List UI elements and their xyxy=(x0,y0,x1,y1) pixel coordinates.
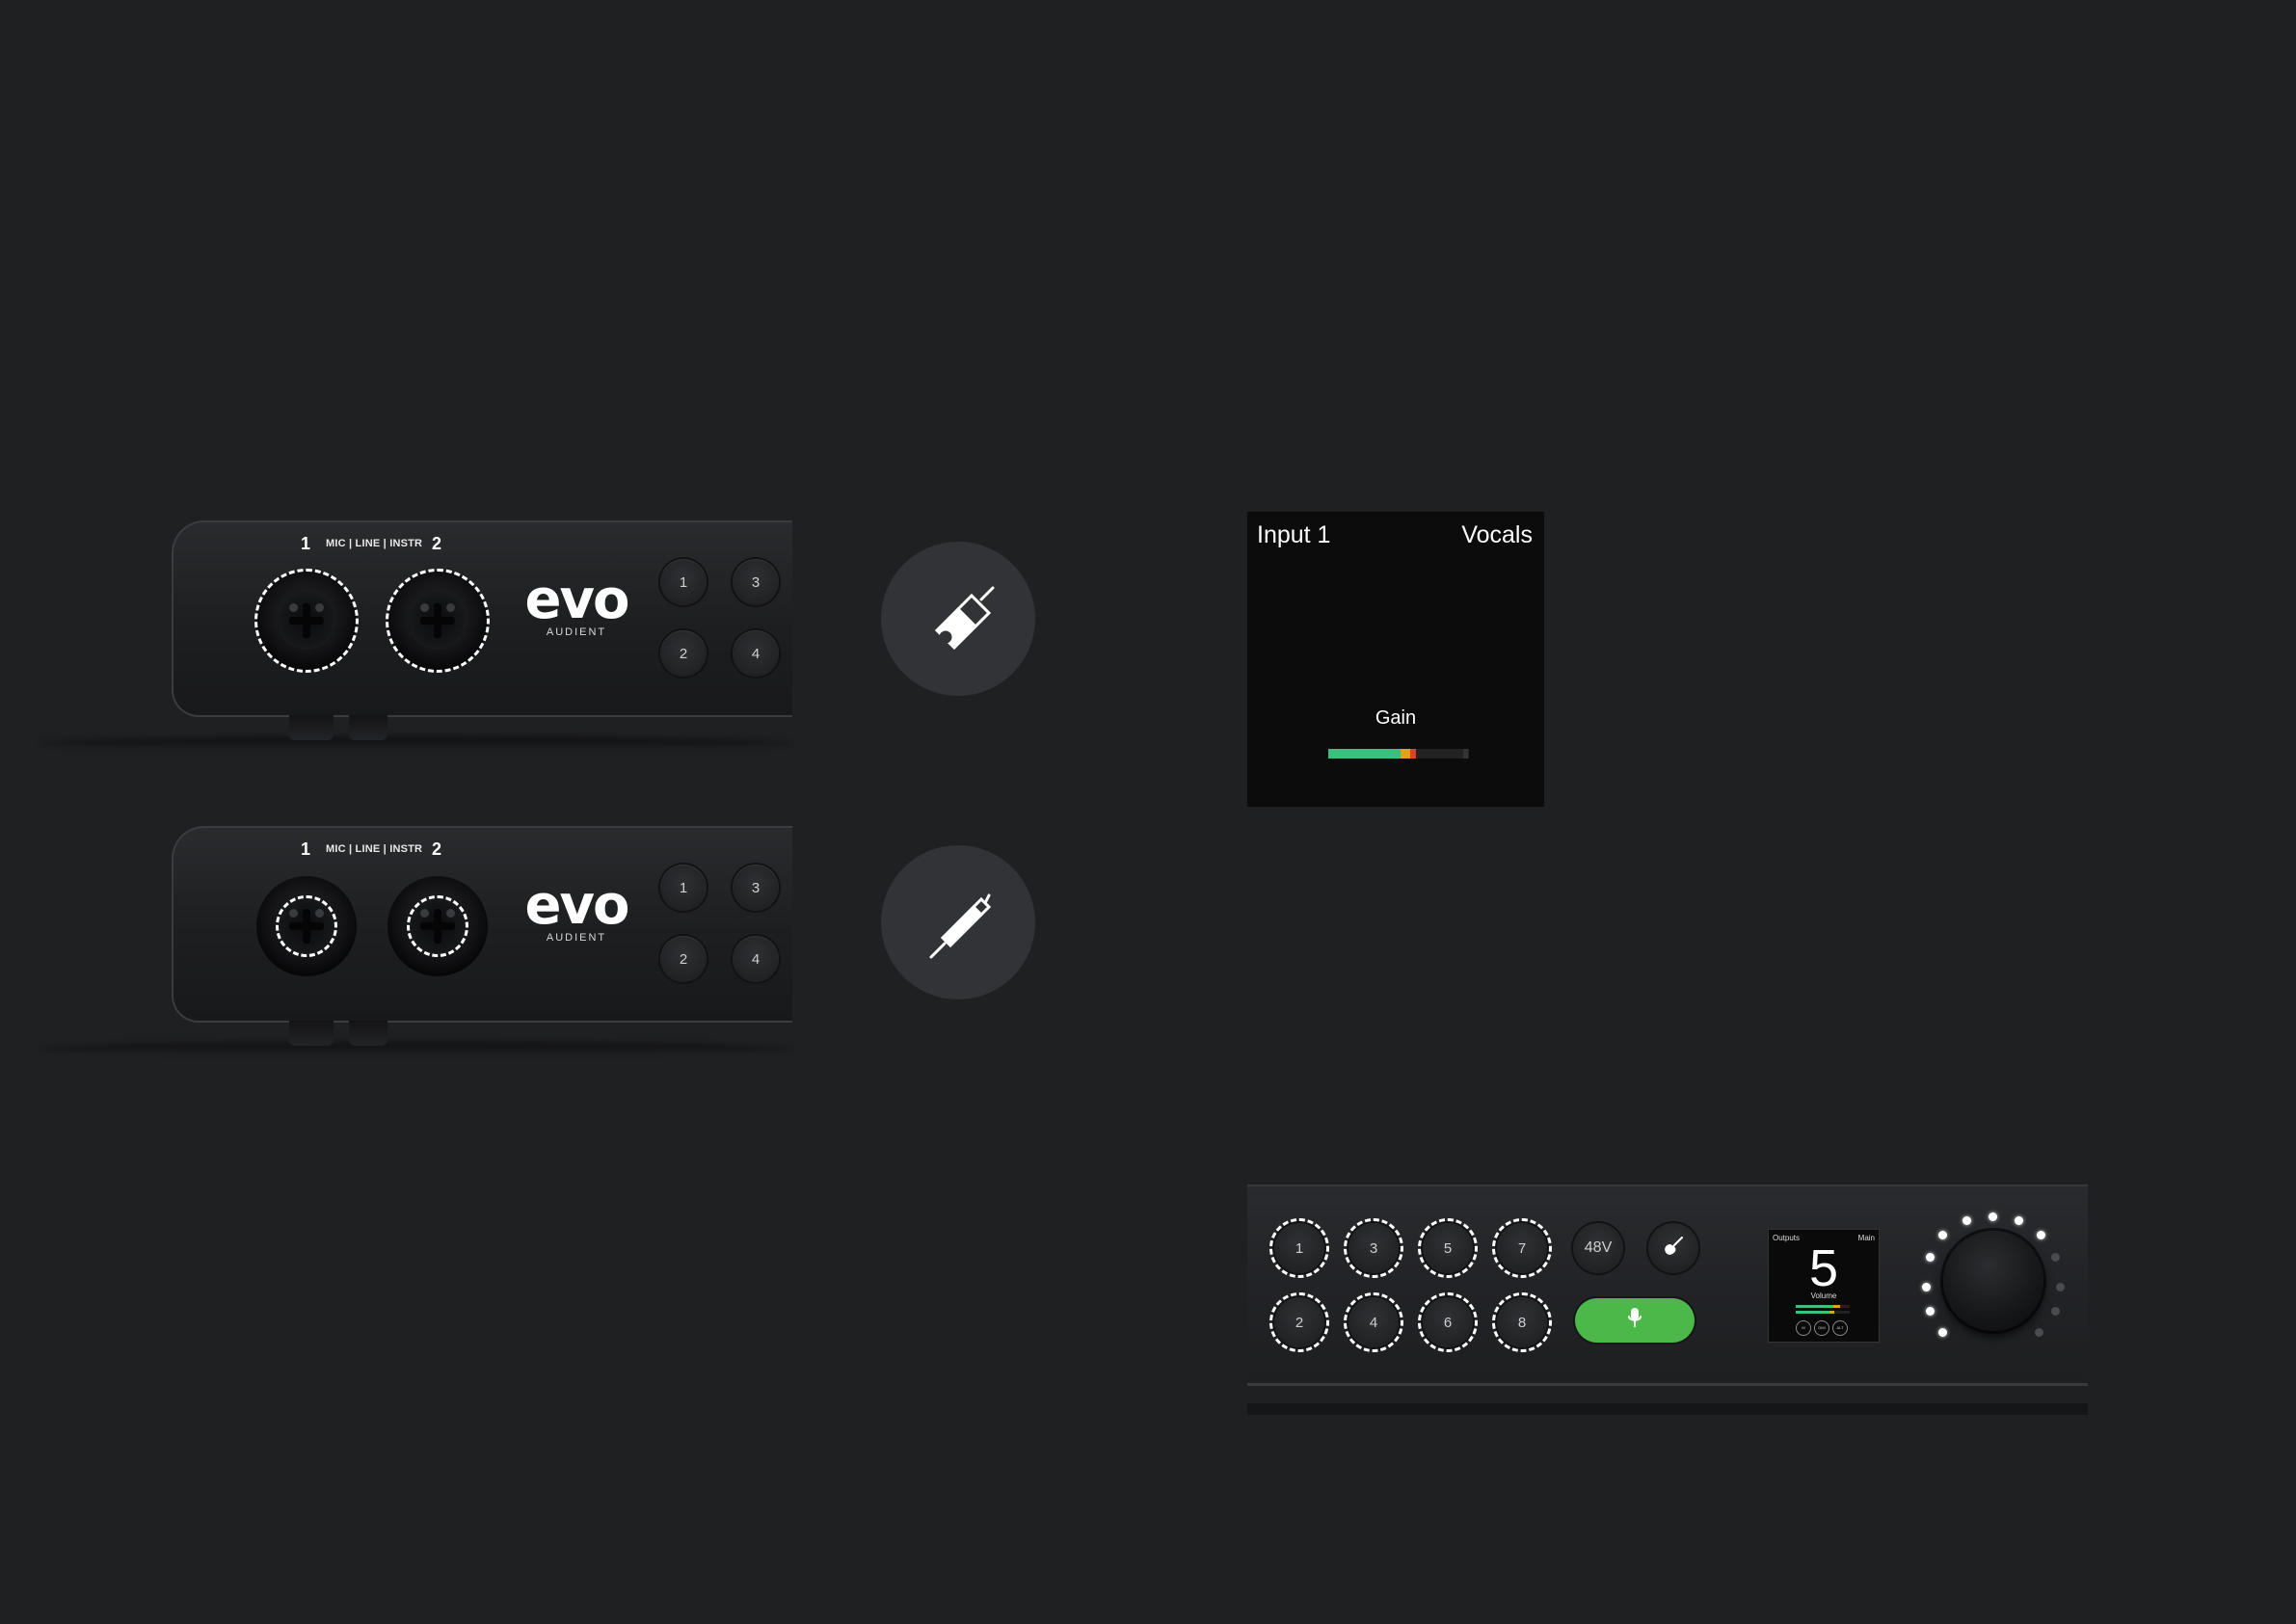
meter-peak-marker xyxy=(1463,749,1468,759)
meter-red-segment xyxy=(1409,749,1416,759)
select-button-4[interactable]: 4 xyxy=(733,936,779,982)
xlr-highlight-ring xyxy=(254,569,359,673)
logo-text: evo xyxy=(524,874,630,937)
volume-led xyxy=(1926,1307,1935,1316)
select-button-1[interactable]: 1 xyxy=(660,559,707,605)
device-shadow xyxy=(39,1042,792,1055)
select-button-3[interactable]: 3 xyxy=(733,865,779,911)
volume-led xyxy=(2037,1231,2045,1239)
phantom-power-button[interactable]: 48V xyxy=(1573,1223,1623,1273)
instrument-button[interactable] xyxy=(1648,1223,1698,1273)
xlr-connector-icon xyxy=(881,542,1035,696)
mini-meter-left xyxy=(1796,1305,1850,1308)
device-foot xyxy=(349,715,387,740)
volume-value: 5 xyxy=(1808,1239,1839,1297)
channel-highlight-ring xyxy=(1492,1292,1552,1352)
channel-highlight-ring xyxy=(1418,1292,1478,1352)
volume-led xyxy=(2015,1216,2023,1225)
input-display-screen: Input 1 Vocals Gain xyxy=(1247,512,1544,807)
volume-led xyxy=(1962,1216,1971,1225)
front-panel-device-xlr: 1 MIC | LINE | INSTR 2 evo AUDIENT 1 3 2… xyxy=(0,520,792,771)
mic-smart-gain-button[interactable] xyxy=(1575,1298,1695,1343)
select-button-1[interactable]: 1 xyxy=(660,865,707,911)
jack-highlight-ring xyxy=(276,895,337,957)
evo-logo: evo AUDIENT xyxy=(517,874,636,945)
dim-indicator-icon: DIM xyxy=(1814,1320,1829,1336)
output-mini-screen: Outputs Main 5 Volume M DIM ALT xyxy=(1768,1229,1880,1343)
volume-led xyxy=(2035,1328,2043,1337)
channel-1-label: 1 xyxy=(301,839,311,859)
input-name: Vocals xyxy=(1461,521,1533,548)
channel-highlight-ring xyxy=(1269,1292,1329,1352)
channel-highlight-ring xyxy=(1492,1218,1552,1278)
device-foot xyxy=(289,1021,334,1046)
channel-highlight-ring xyxy=(1418,1218,1478,1278)
mute-indicator-icon: M xyxy=(1796,1320,1811,1336)
channel-highlight-ring xyxy=(1344,1218,1403,1278)
volume-label: Volume xyxy=(1810,1291,1837,1300)
volume-led xyxy=(1926,1253,1935,1262)
evo-logo: evo AUDIENT xyxy=(517,569,636,639)
input-type-label: MIC | LINE | INSTR xyxy=(326,843,423,855)
channel-highlight-ring xyxy=(1269,1218,1329,1278)
logo-text: evo xyxy=(524,569,630,631)
device-shadow xyxy=(39,736,792,750)
jack-plug-icon xyxy=(881,845,1035,999)
xlr-highlight-ring xyxy=(386,569,490,673)
channel-2-label: 2 xyxy=(432,534,442,553)
volume-led xyxy=(1989,1212,1997,1221)
microphone-icon xyxy=(1625,1307,1644,1335)
volume-led xyxy=(1938,1231,1947,1239)
volume-led xyxy=(2056,1283,2065,1291)
select-button-3[interactable]: 3 xyxy=(733,559,779,605)
volume-knob[interactable] xyxy=(1943,1231,2043,1331)
channel-1-label: 1 xyxy=(301,534,311,553)
channel-2-label: 2 xyxy=(432,839,442,859)
volume-led xyxy=(1922,1283,1931,1291)
device-foot xyxy=(349,1021,387,1046)
alt-indicator-icon: ALT xyxy=(1832,1320,1848,1336)
mini-meter-right xyxy=(1796,1311,1850,1314)
volume-led xyxy=(2051,1307,2060,1316)
front-panel-device-jack: 1 MIC | LINE | INSTR 2 evo AUDIENT 1 3 2… xyxy=(0,826,792,1077)
jack-highlight-ring xyxy=(407,895,468,957)
input-type-label: MIC | LINE | INSTR xyxy=(326,538,423,549)
volume-led xyxy=(1938,1328,1947,1337)
select-button-2[interactable]: 2 xyxy=(660,936,707,982)
select-button-2[interactable]: 2 xyxy=(660,630,707,677)
panel-lip xyxy=(1247,1403,2088,1415)
input-label: Input 1 xyxy=(1257,521,1331,548)
guitar-icon xyxy=(1659,1232,1688,1265)
mini-screen-icons: M DIM ALT xyxy=(1796,1320,1851,1338)
page: { "devices": [ { "channel_1": "1", "chan… xyxy=(0,0,2296,1624)
meter-amber-segment xyxy=(1400,749,1410,759)
device-foot xyxy=(289,715,334,740)
panel-edge xyxy=(1247,1383,2088,1386)
volume-led xyxy=(2051,1253,2060,1262)
select-button-4[interactable]: 4 xyxy=(733,630,779,677)
gain-label: Gain xyxy=(1375,707,1417,729)
gain-meter xyxy=(1328,749,1469,759)
channel-highlight-ring xyxy=(1344,1292,1403,1352)
meter-green-segment xyxy=(1328,749,1401,759)
